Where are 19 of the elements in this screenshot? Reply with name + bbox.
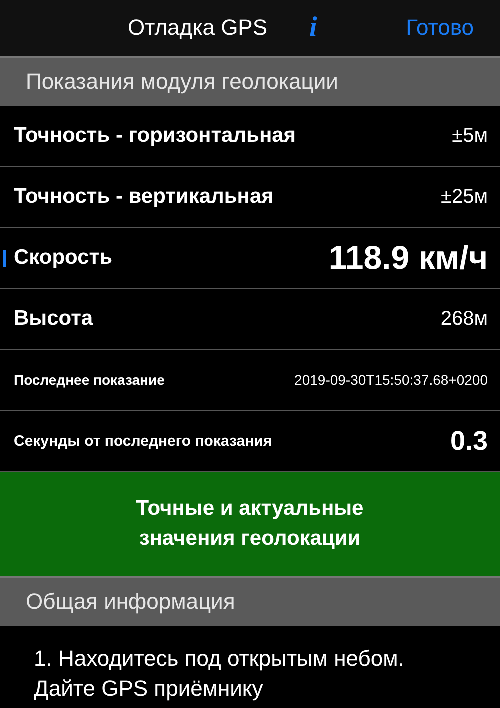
section-header: Общая информация xyxy=(0,576,500,626)
reading-value: 268м xyxy=(440,308,488,330)
section-header: Показания модуля геолокации xyxy=(0,56,500,106)
info-button[interactable]: i xyxy=(306,12,322,44)
screen-title: Отладка GPS xyxy=(128,15,268,41)
reading-value: 118.9 км/ч xyxy=(328,239,488,277)
reading-label: Высота xyxy=(14,307,94,331)
reading-label: Секунды от последнего показания xyxy=(14,432,272,450)
reading-label: Последнее показание xyxy=(14,372,165,388)
reading-value: ±5м xyxy=(452,124,488,148)
reading-label: Точность - вертикальная xyxy=(14,185,274,209)
reading-value: ±25м xyxy=(441,186,488,208)
reading-label: Точность - горизонтальная xyxy=(14,124,296,148)
reading-label: Скорость xyxy=(14,246,112,270)
status-banner: Точные и актуальные значения геолокации xyxy=(0,472,500,576)
reading-value: 0.3 xyxy=(450,426,488,456)
done-button[interactable]: Готово xyxy=(406,15,474,41)
reading-value: 2019-09-30T15:50:37.68+0200 xyxy=(294,372,488,388)
info-paragraph: 1. Находитесь под открытым небом. Дайте GPS приёмнику xyxy=(33,645,406,703)
